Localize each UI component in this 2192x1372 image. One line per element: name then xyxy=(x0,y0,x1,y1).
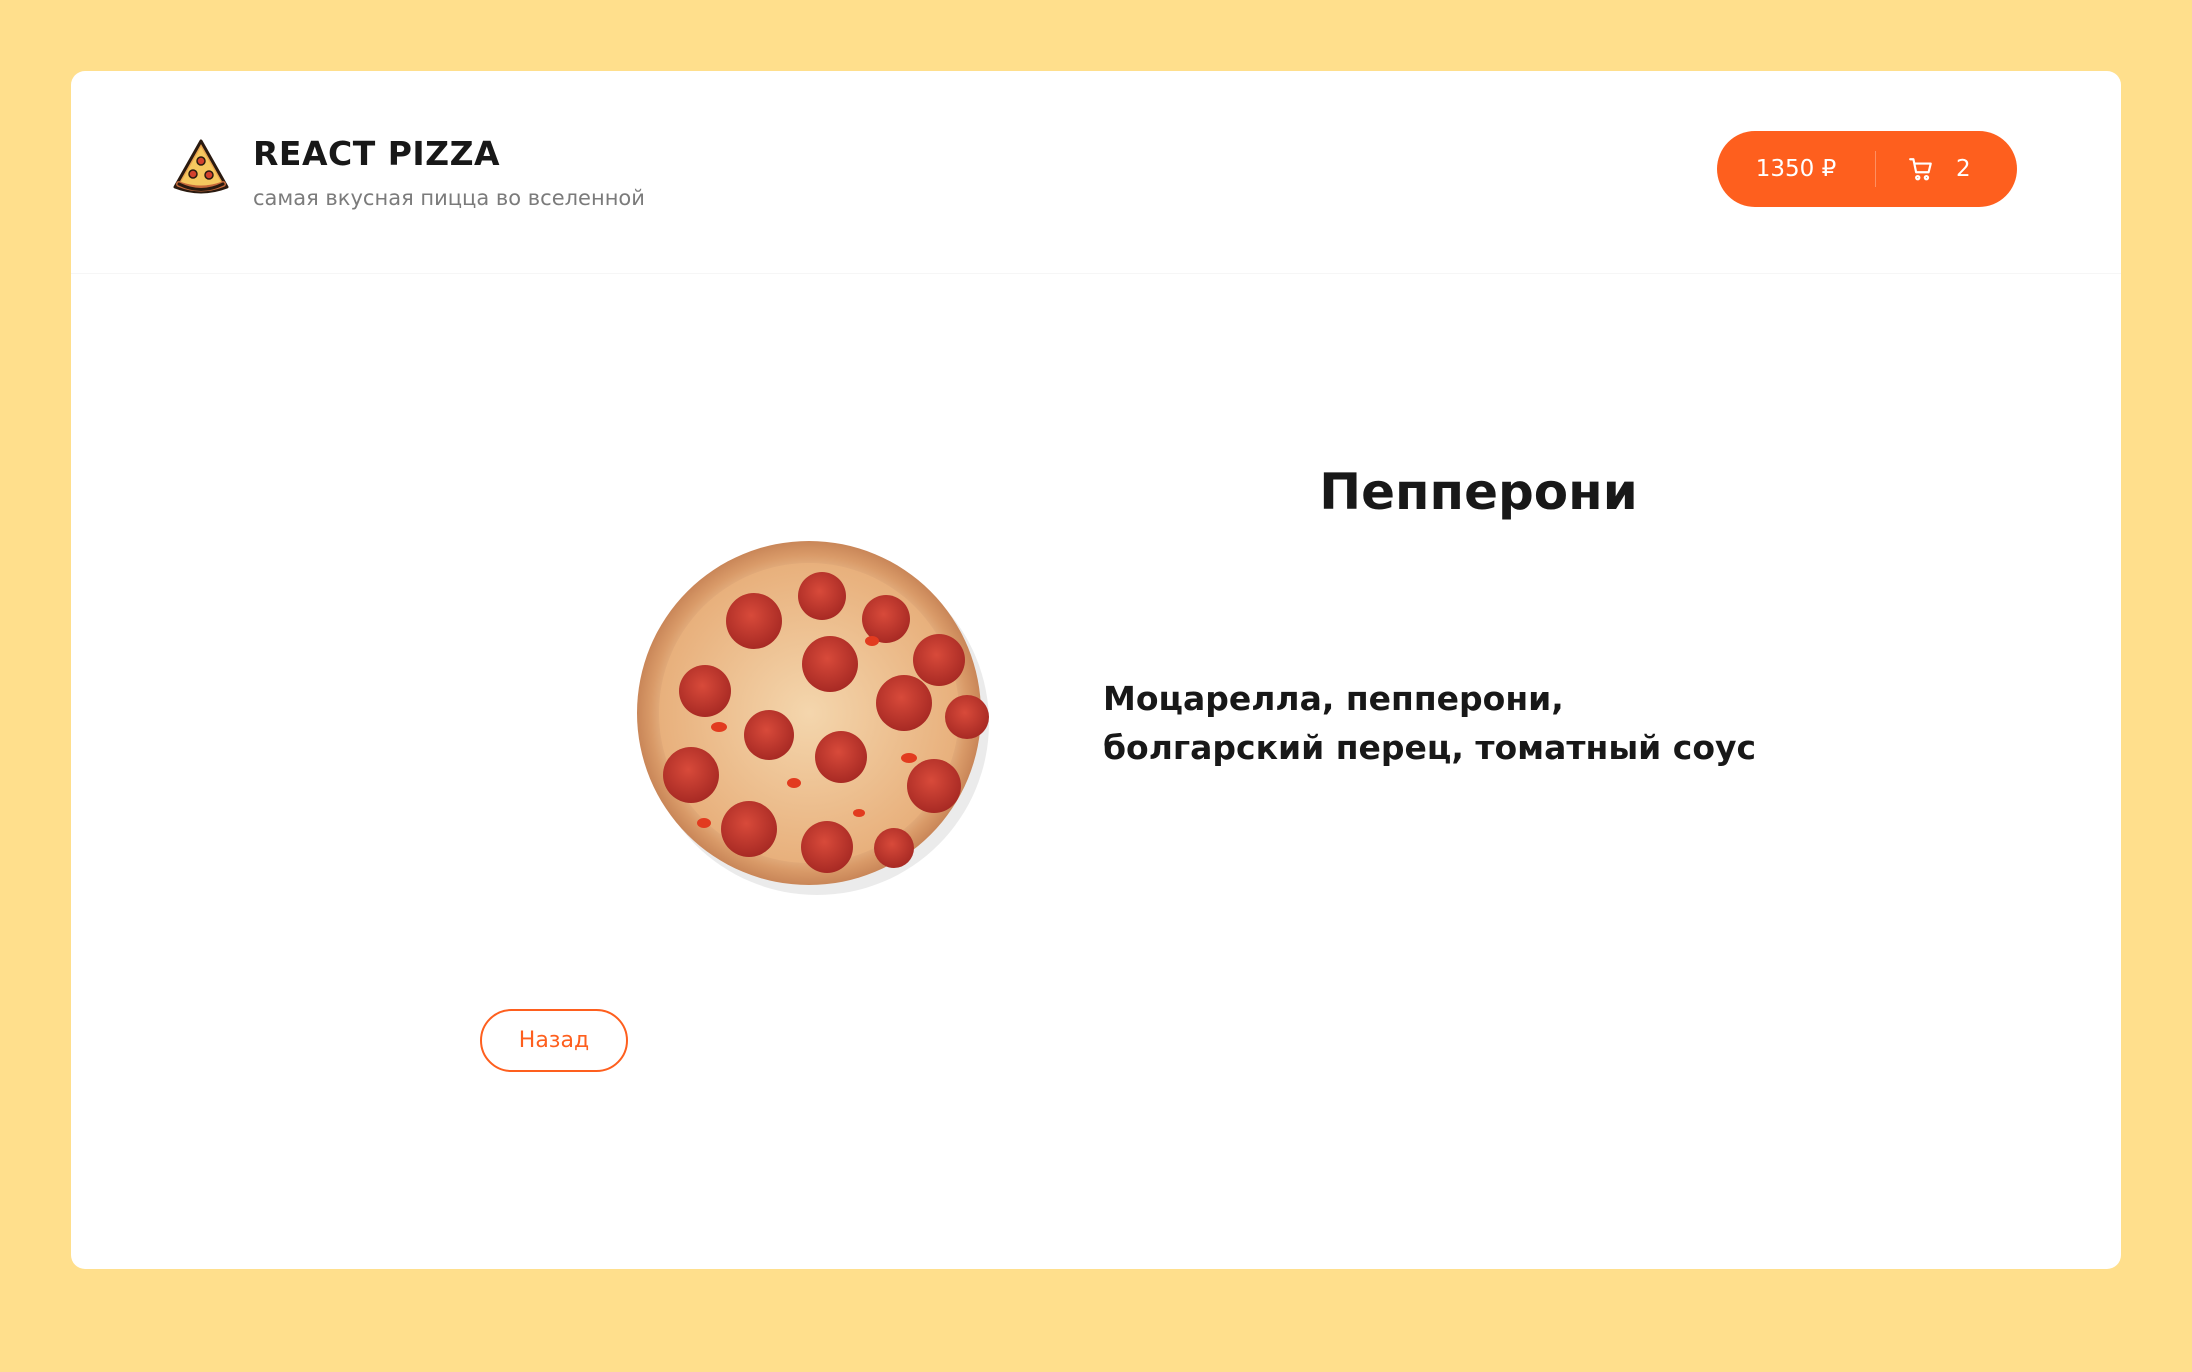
pizza-slice-icon xyxy=(173,139,229,194)
cart-count-group: 2 xyxy=(1908,156,1971,182)
pizza-title: Пепперони xyxy=(1319,463,1638,521)
cart-button[interactable]: 1350 ₽ 2 xyxy=(1717,131,2017,207)
logo-text: REACT PIZZA самая вкусная пицца во вселе… xyxy=(253,129,645,210)
back-button[interactable]: Назад xyxy=(480,1009,628,1072)
cart-count: 2 xyxy=(1956,156,1971,182)
header: REACT PIZZA самая вкусная пицца во вселе… xyxy=(71,71,2121,274)
pizza-image xyxy=(637,541,989,895)
site-subtitle: самая вкусная пицца во вселенной xyxy=(253,186,645,210)
site-title: REACT PIZZA xyxy=(253,134,501,173)
logo[interactable]: REACT PIZZA самая вкусная пицца во вселе… xyxy=(171,129,645,210)
page-card: REACT PIZZA самая вкусная пицца во вселе… xyxy=(71,71,2121,1269)
cart-total-price: 1350 ₽ xyxy=(1755,156,1837,182)
cart-divider xyxy=(1875,151,1876,187)
pizza-description: Моцарелла, пепперони, болгарский перец, … xyxy=(1103,679,1757,767)
cart-icon xyxy=(1909,158,1932,181)
